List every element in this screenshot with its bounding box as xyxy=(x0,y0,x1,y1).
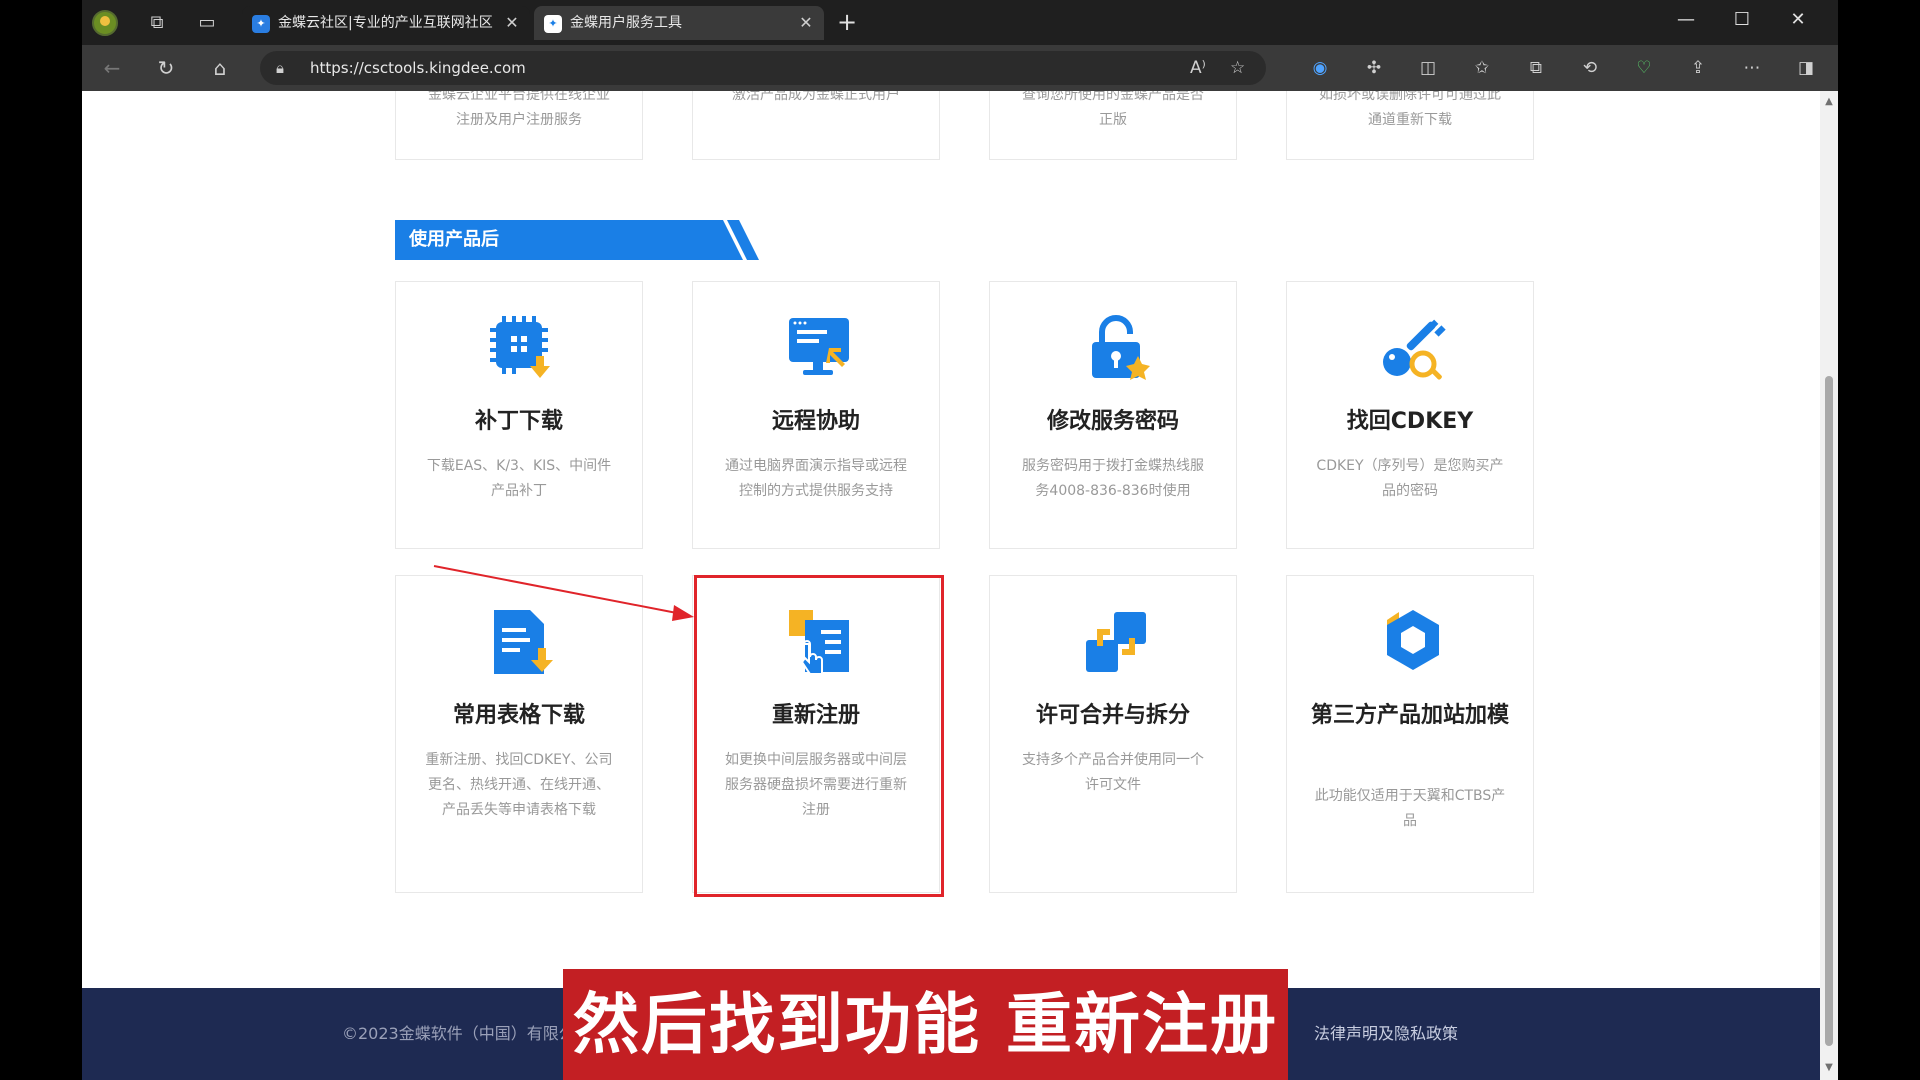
navigation-bar: ← ↻ ⌂ 🔒︎ https://csctools.kingdee.com A⁾… xyxy=(82,45,1838,91)
video-caption: 然后找到功能 重新注册 xyxy=(563,969,1288,1080)
read-aloud-icon[interactable]: A⁾ xyxy=(1190,51,1206,85)
workspaces-icon[interactable]: ⧉ xyxy=(142,8,172,38)
address-bar[interactable]: 🔒︎ https://csctools.kingdee.com A⁾ ☆ xyxy=(260,51,1266,85)
sidebar-toggle-icon[interactable]: ◨ xyxy=(1790,53,1822,83)
kingdee-favicon-icon: ✦ xyxy=(544,15,562,33)
lock-icon[interactable]: 🔒︎ xyxy=(276,51,284,85)
collections-icon[interactable]: ⧉ xyxy=(1520,53,1552,83)
scrollbar-thumb[interactable] xyxy=(1825,376,1833,1046)
new-tab-button[interactable]: + xyxy=(832,8,862,38)
share-icon[interactable]: ⇪ xyxy=(1682,53,1714,83)
copyright-text: ©2023金蝶软件（中国）有限公司 xyxy=(342,1024,591,1043)
history-icon[interactable]: ⟲ xyxy=(1574,53,1606,83)
profile-avatar-icon[interactable] xyxy=(90,8,120,38)
tab-actions-icon[interactable]: ▭ xyxy=(192,8,222,38)
close-icon[interactable]: ✕ xyxy=(796,6,816,40)
extension-icon[interactable]: ◉ xyxy=(1304,53,1336,83)
close-icon[interactable]: ✕ xyxy=(502,6,522,40)
scroll-up-icon[interactable]: ▲ xyxy=(1822,95,1836,109)
tab-title: 金蝶云社区|专业的产业互联网社区 xyxy=(278,15,493,31)
browser-essentials-icon[interactable]: ♡ xyxy=(1628,53,1660,83)
extensions-puzzle-icon[interactable]: ✣ xyxy=(1358,53,1390,83)
favorites-icon[interactable]: ✩ xyxy=(1466,53,1498,83)
tab-kingdee-community[interactable]: ✦ 金蝶云社区|专业的产业互联网社区 ✕ xyxy=(242,6,530,40)
caption-text: 然后找到功能 重新注册 xyxy=(573,986,1278,1063)
page-viewport: 金蝶云企业平台提供在线企业注册及用户注册服务 激活产品成为金蝶正式用户 查询您所… xyxy=(82,91,1820,1080)
tab-title: 金蝶用户服务工具 xyxy=(570,15,682,31)
tab-kingdee-service-tools[interactable]: ✦ 金蝶用户服务工具 ✕ xyxy=(534,6,824,40)
url-text: https://csctools.kingdee.com xyxy=(310,59,526,77)
back-button[interactable]: ← xyxy=(96,53,128,83)
close-window-button[interactable]: ✕ xyxy=(1778,5,1818,35)
favorite-star-icon[interactable]: ☆ xyxy=(1230,51,1245,85)
maximize-button[interactable]: ☐ xyxy=(1722,5,1762,35)
more-menu-icon[interactable]: ⋯ xyxy=(1736,53,1768,83)
kingdee-favicon-icon: ✦ xyxy=(252,15,270,33)
annotation-arrow xyxy=(433,565,694,621)
vertical-scrollbar[interactable]: ▲ ▼ xyxy=(1820,91,1838,1080)
tab-bar: ⧉ ▭ ✦ 金蝶云社区|专业的产业互联网社区 ✕ ✦ 金蝶用户服务工具 ✕ + … xyxy=(82,0,1838,45)
refresh-button[interactable]: ↻ xyxy=(150,53,182,83)
browser-window: ⧉ ▭ ✦ 金蝶云社区|专业的产业互联网社区 ✕ ✦ 金蝶用户服务工具 ✕ + … xyxy=(82,0,1838,1080)
minimize-button[interactable]: — xyxy=(1666,5,1706,35)
home-button[interactable]: ⌂ xyxy=(204,53,236,83)
scroll-down-icon[interactable]: ▼ xyxy=(1822,1061,1836,1075)
split-screen-icon[interactable]: ◫ xyxy=(1412,53,1444,83)
legal-privacy-link[interactable]: 法律声明及隐私政策 xyxy=(1314,988,1458,1080)
